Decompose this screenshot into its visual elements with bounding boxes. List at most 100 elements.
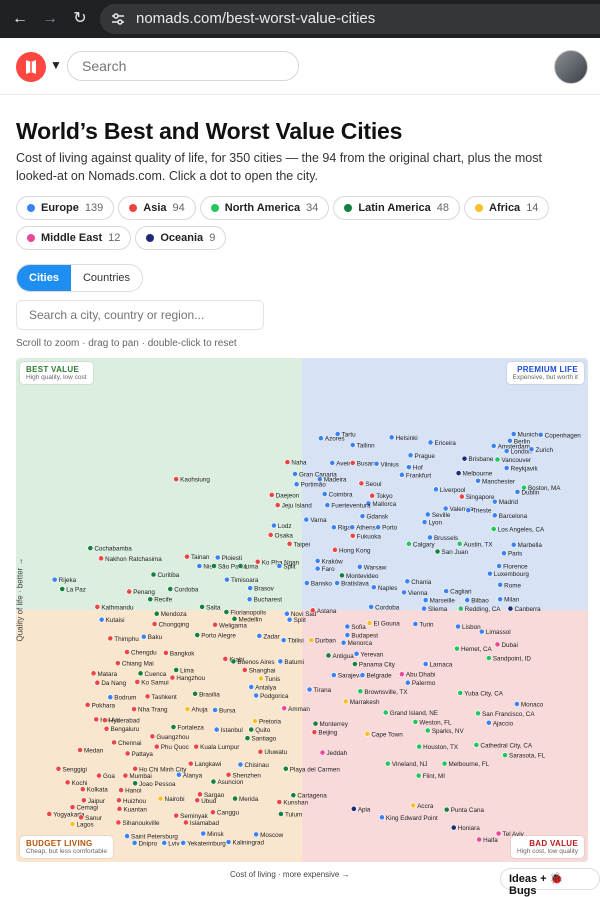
city-point[interactable] xyxy=(427,534,433,541)
city-point[interactable] xyxy=(407,452,414,459)
city-point[interactable] xyxy=(199,604,205,610)
city-point[interactable] xyxy=(491,512,498,519)
city-point[interactable] xyxy=(465,507,472,514)
city-point[interactable] xyxy=(237,563,244,569)
city-point[interactable] xyxy=(494,641,501,648)
city-point[interactable] xyxy=(232,795,238,802)
city-point[interactable] xyxy=(410,802,417,809)
city-point[interactable] xyxy=(252,718,258,724)
city-point[interactable] xyxy=(303,580,310,586)
city-point[interactable] xyxy=(278,811,284,817)
city-point[interactable] xyxy=(503,465,510,471)
city-point[interactable] xyxy=(416,743,423,750)
city-point[interactable] xyxy=(359,672,366,678)
city-point[interactable] xyxy=(286,616,293,623)
city-point[interactable] xyxy=(490,442,497,449)
city-point[interactable] xyxy=(306,686,313,693)
city-point[interactable] xyxy=(93,716,100,723)
city-point[interactable] xyxy=(458,493,465,500)
city-point[interactable] xyxy=(248,684,255,690)
city-point[interactable] xyxy=(388,434,395,441)
city-point[interactable] xyxy=(212,621,218,628)
city-point[interactable] xyxy=(210,778,217,785)
city-point[interactable] xyxy=(212,707,218,713)
city-point[interactable] xyxy=(487,570,493,577)
city-point[interactable] xyxy=(79,786,86,793)
region-chip-africa[interactable]: Africa 14 xyxy=(464,196,550,220)
city-point[interactable] xyxy=(180,840,187,846)
city-point[interactable] xyxy=(280,637,287,644)
city-point[interactable] xyxy=(131,706,137,713)
city-point[interactable] xyxy=(51,576,58,583)
city-point[interactable] xyxy=(369,492,376,499)
city-point[interactable] xyxy=(87,545,94,552)
city-point[interactable] xyxy=(353,650,360,657)
city-point[interactable] xyxy=(501,550,507,557)
city-point[interactable] xyxy=(286,540,293,547)
city-point[interactable] xyxy=(457,605,464,612)
city-point[interactable] xyxy=(457,690,464,696)
city-point[interactable] xyxy=(149,733,156,740)
city-point[interactable] xyxy=(421,519,428,526)
city-point[interactable] xyxy=(334,431,341,437)
tab-countries[interactable]: Countries xyxy=(71,265,142,291)
city-point[interactable] xyxy=(330,672,337,678)
city-point[interactable] xyxy=(495,830,502,837)
city-point[interactable] xyxy=(144,693,151,700)
city-point[interactable] xyxy=(344,632,351,638)
city-point[interactable] xyxy=(473,742,480,748)
city-point[interactable] xyxy=(293,481,300,488)
city-point[interactable] xyxy=(321,491,328,497)
city-point[interactable] xyxy=(290,792,297,799)
city-point[interactable] xyxy=(514,701,520,707)
city-point[interactable] xyxy=(455,623,461,630)
city-point[interactable] xyxy=(478,628,485,635)
city-point[interactable] xyxy=(502,752,508,759)
city-point[interactable] xyxy=(150,571,157,578)
city-point[interactable] xyxy=(329,460,336,466)
city-point[interactable] xyxy=(314,565,321,572)
city-point[interactable] xyxy=(308,637,315,644)
city-point[interactable] xyxy=(434,548,441,555)
search-input[interactable] xyxy=(80,57,284,75)
city-point[interactable] xyxy=(461,455,468,462)
city-point[interactable] xyxy=(456,540,463,547)
city-point[interactable] xyxy=(274,502,281,508)
city-point[interactable] xyxy=(366,620,373,626)
city-point[interactable] xyxy=(303,516,310,523)
city-point[interactable] xyxy=(157,795,164,802)
city-point[interactable] xyxy=(132,765,139,772)
city-point[interactable] xyxy=(271,522,277,529)
city-point[interactable] xyxy=(197,791,203,798)
city-point[interactable] xyxy=(330,524,337,531)
city-point[interactable] xyxy=(450,824,457,831)
city-point[interactable] xyxy=(69,821,76,828)
city-point[interactable] xyxy=(497,596,504,603)
city-point[interactable] xyxy=(364,730,371,737)
city-point[interactable] xyxy=(349,460,356,466)
city-point[interactable] xyxy=(167,586,174,592)
city-point[interactable] xyxy=(184,553,190,560)
city-point[interactable] xyxy=(455,470,462,477)
city-point[interactable] xyxy=(476,836,483,843)
city-point[interactable] xyxy=(116,797,122,804)
city-point[interactable] xyxy=(496,563,502,569)
city-point[interactable] xyxy=(277,658,284,665)
city-point[interactable] xyxy=(485,719,492,726)
city-point[interactable] xyxy=(137,670,144,677)
city-point[interactable] xyxy=(401,589,407,596)
city-point[interactable] xyxy=(510,431,517,437)
city-point[interactable] xyxy=(102,717,108,724)
city-point[interactable] xyxy=(116,805,123,812)
city-point[interactable] xyxy=(253,692,259,699)
city-point[interactable] xyxy=(115,819,122,826)
region-chip-latin-america[interactable]: Latin America 48 xyxy=(333,196,460,220)
city-point[interactable] xyxy=(359,513,366,520)
city-point[interactable] xyxy=(514,488,521,495)
city-point[interactable] xyxy=(282,765,289,772)
city-point[interactable] xyxy=(222,655,229,662)
nomads-logo[interactable] xyxy=(16,52,46,82)
city-point[interactable] xyxy=(268,491,275,498)
region-chip-north-america[interactable]: North America 34 xyxy=(199,196,330,220)
city-point[interactable] xyxy=(412,621,419,627)
